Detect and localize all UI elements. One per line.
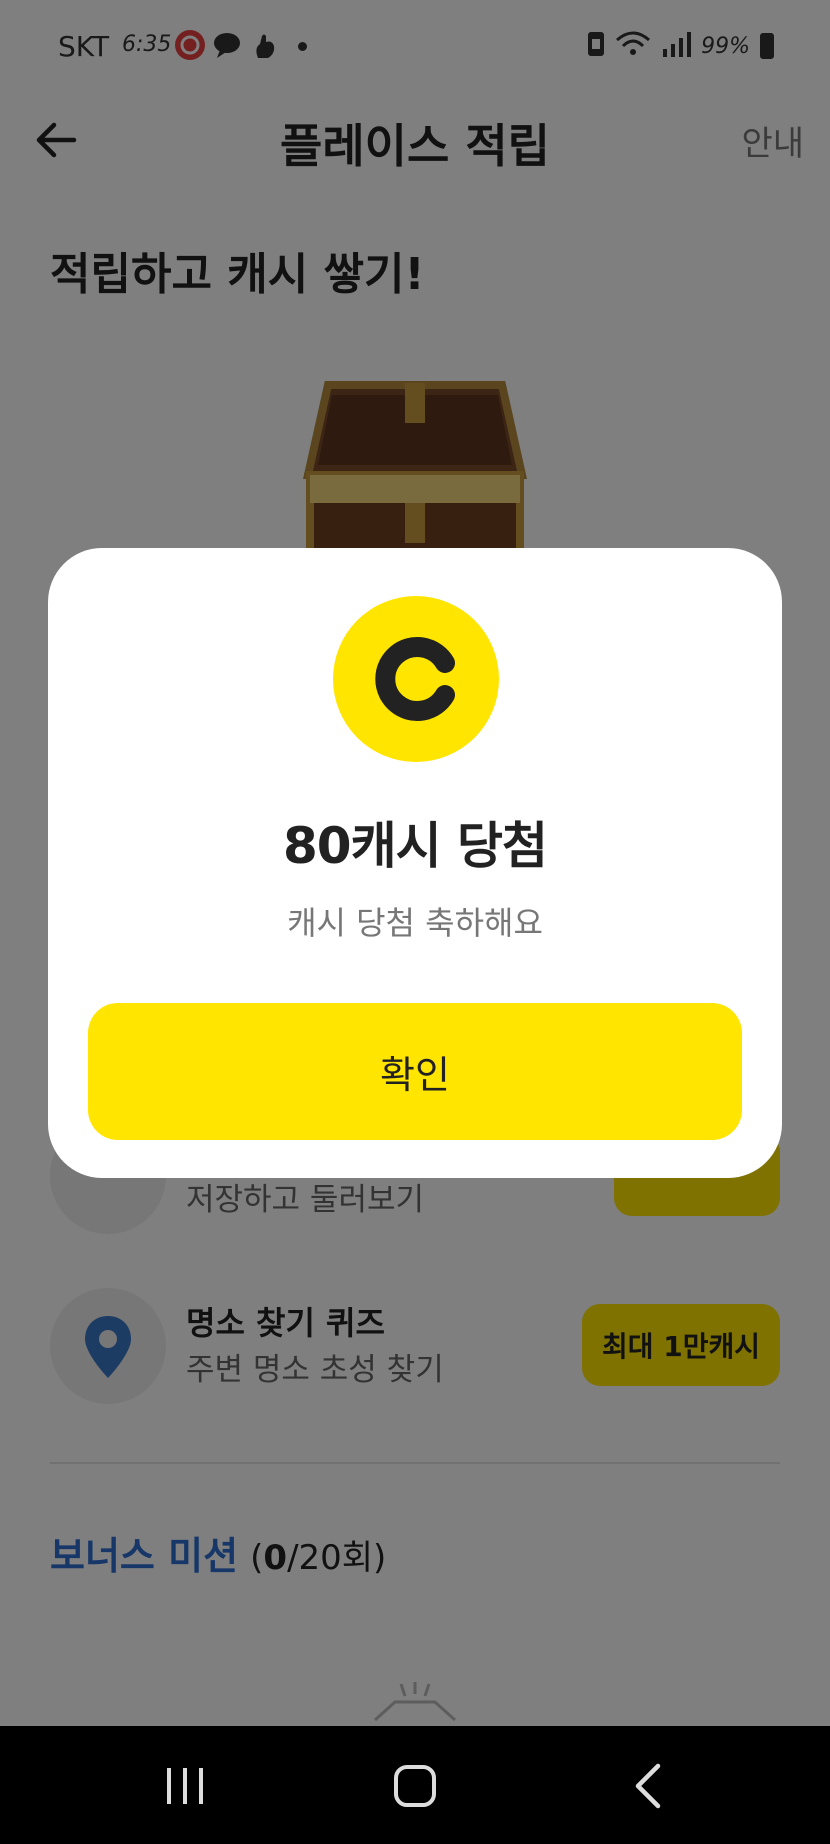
cash-coin-icon bbox=[333, 596, 499, 762]
confirm-button[interactable]: 확인 bbox=[88, 1003, 742, 1140]
reward-subtitle: 캐시 당첨 축하해요 bbox=[287, 904, 543, 942]
home-button[interactable] bbox=[385, 1756, 445, 1816]
home-icon bbox=[394, 1765, 436, 1807]
reward-dialog: 80캐시 당첨 캐시 당첨 축하해요 확인 bbox=[48, 548, 782, 1178]
back-nav-button[interactable] bbox=[620, 1756, 680, 1816]
reward-title: 80캐시 당첨 bbox=[283, 817, 548, 875]
system-navigation-bar bbox=[0, 1726, 830, 1844]
chevron-left-icon bbox=[635, 1763, 661, 1809]
recent-apps-icon bbox=[167, 1768, 203, 1804]
app-screen: SKT 6:35 99% bbox=[0, 0, 830, 1726]
recent-apps-button[interactable] bbox=[155, 1756, 215, 1816]
